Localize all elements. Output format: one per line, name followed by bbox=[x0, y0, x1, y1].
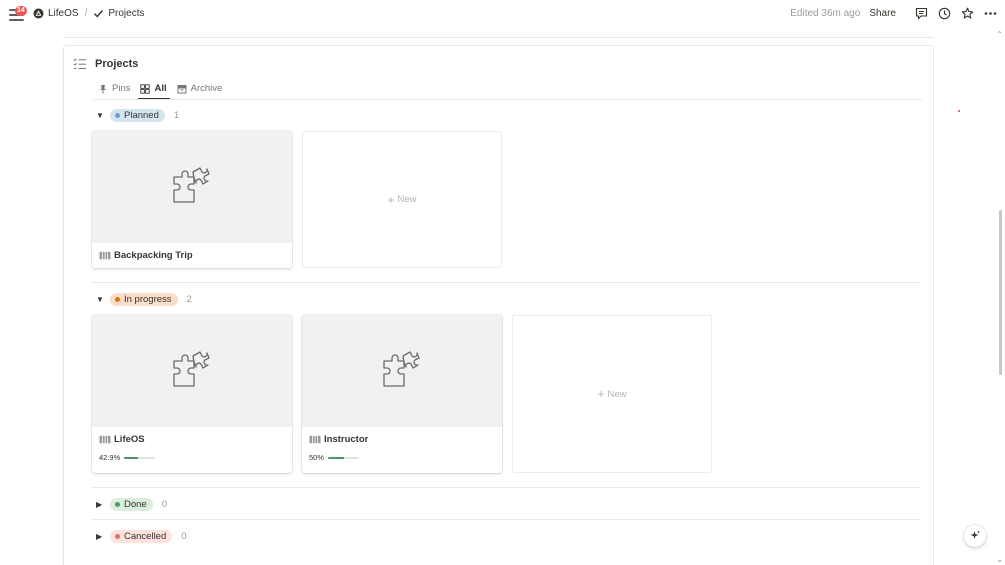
card-instructor[interactable]: Instructor 50% bbox=[302, 315, 502, 473]
group-in-progress[interactable]: ▼ In progress 2 bbox=[96, 293, 192, 306]
card-title: Backpacking Trip bbox=[114, 250, 193, 261]
tabs-divider bbox=[93, 99, 922, 100]
progress-bar bbox=[328, 456, 360, 459]
map-icon bbox=[309, 435, 321, 444]
checklist-icon bbox=[73, 57, 87, 71]
card-backpacking-trip[interactable]: Backpacking Trip bbox=[92, 131, 292, 268]
status-dot bbox=[115, 534, 120, 539]
notification-badge: 14 bbox=[15, 6, 27, 16]
share-button[interactable]: Share bbox=[869, 8, 896, 19]
group-done[interactable]: ▶ Done 0 bbox=[96, 498, 167, 511]
progress-label: 50% bbox=[309, 453, 325, 462]
status-dot bbox=[115, 502, 120, 507]
progress-indicator: 42.9% bbox=[99, 453, 285, 462]
status-badge-done: Done bbox=[110, 498, 153, 511]
new-card-button[interactable]: + New bbox=[512, 315, 712, 473]
expand-toggle-icon[interactable]: ▶ bbox=[96, 532, 106, 541]
plus-icon: + bbox=[597, 387, 605, 401]
group-label: Planned bbox=[124, 110, 159, 121]
top-bar: 14 LifeOS / Projects Edited 36m ago Shar… bbox=[0, 0, 1005, 30]
star-icon[interactable] bbox=[960, 6, 974, 20]
scrollbar-thumb[interactable] bbox=[999, 210, 1002, 375]
card-cover bbox=[302, 315, 502, 427]
group-count: 1 bbox=[173, 110, 180, 121]
cursor-dot bbox=[958, 110, 960, 112]
map-icon bbox=[99, 251, 111, 260]
comment-icon[interactable] bbox=[914, 6, 928, 20]
status-dot bbox=[115, 113, 120, 118]
database-title[interactable]: Projects bbox=[95, 58, 138, 70]
breadcrumb-projects[interactable]: Projects bbox=[108, 8, 144, 19]
card-title: Instructor bbox=[324, 434, 369, 445]
group-divider bbox=[92, 487, 921, 488]
breadcrumb-separator: / bbox=[84, 8, 88, 19]
group-label: In progress bbox=[124, 294, 172, 305]
gallery-icon bbox=[140, 83, 151, 94]
group-divider bbox=[92, 282, 921, 283]
expand-toggle-icon[interactable]: ▶ bbox=[96, 500, 106, 509]
status-badge-cancelled: Cancelled bbox=[110, 530, 173, 543]
tab-archive[interactable]: Archive bbox=[177, 80, 223, 97]
pin-icon bbox=[98, 84, 108, 94]
puzzle-icon bbox=[171, 166, 213, 209]
tab-archive-label: Archive bbox=[190, 83, 223, 94]
scroll-down-arrow[interactable]: ⌄ bbox=[996, 555, 1003, 564]
clock-icon[interactable] bbox=[937, 6, 951, 20]
breadcrumb: LifeOS / Projects bbox=[33, 8, 144, 19]
group-label: Done bbox=[124, 499, 147, 510]
progress-indicator: 50% bbox=[309, 453, 495, 462]
progress-fill bbox=[124, 456, 138, 459]
status-badge-in-progress: In progress bbox=[110, 293, 178, 306]
edited-timestamp: Edited 36m ago bbox=[790, 7, 861, 19]
new-label: New bbox=[397, 194, 417, 205]
breadcrumb-lifeos[interactable]: LifeOS bbox=[48, 8, 79, 19]
scroll-up-arrow[interactable]: ⌃ bbox=[996, 30, 1003, 39]
archive-icon bbox=[177, 84, 187, 94]
card-cover bbox=[92, 131, 292, 243]
view-tabs: Pins All Archive bbox=[98, 80, 232, 100]
group-count: 0 bbox=[181, 531, 187, 542]
map-icon bbox=[99, 435, 111, 444]
page-divider bbox=[63, 37, 934, 38]
progress-label: 42.9% bbox=[99, 453, 121, 462]
tab-all-label: All bbox=[154, 83, 167, 94]
status-badge-planned: Planned bbox=[110, 109, 165, 122]
checkmark-icon bbox=[93, 8, 104, 19]
progress-bar bbox=[124, 456, 156, 459]
group-label: Cancelled bbox=[124, 531, 167, 542]
card-title: LifeOS bbox=[114, 434, 145, 445]
tab-pins[interactable]: Pins bbox=[98, 80, 130, 97]
group-divider bbox=[92, 519, 921, 520]
more-icon[interactable] bbox=[983, 6, 997, 20]
status-dot bbox=[115, 297, 120, 302]
expand-toggle-icon[interactable]: ▼ bbox=[96, 295, 106, 304]
puzzle-icon bbox=[171, 350, 213, 393]
ai-assistant-button[interactable] bbox=[964, 525, 986, 547]
card-cover bbox=[92, 315, 292, 427]
new-card-button[interactable]: + New bbox=[302, 131, 502, 268]
tab-all[interactable]: All bbox=[138, 80, 170, 100]
sparkle-icon bbox=[970, 529, 981, 544]
tab-pins-label: Pins bbox=[112, 83, 131, 94]
puzzle-icon bbox=[381, 350, 423, 393]
group-planned[interactable]: ▼ Planned 1 bbox=[96, 109, 179, 122]
group-cancelled[interactable]: ▶ Cancelled 0 bbox=[96, 530, 187, 543]
card-lifeos[interactable]: LifeOS 42.9% bbox=[92, 315, 292, 473]
progress-fill bbox=[328, 456, 344, 459]
new-label: New bbox=[607, 388, 627, 400]
lifeos-logo-icon bbox=[33, 8, 44, 19]
group-count: 0 bbox=[161, 499, 168, 510]
group-count: 2 bbox=[186, 294, 192, 305]
expand-toggle-icon[interactable]: ▼ bbox=[96, 111, 106, 120]
plus-icon: + bbox=[387, 192, 395, 207]
